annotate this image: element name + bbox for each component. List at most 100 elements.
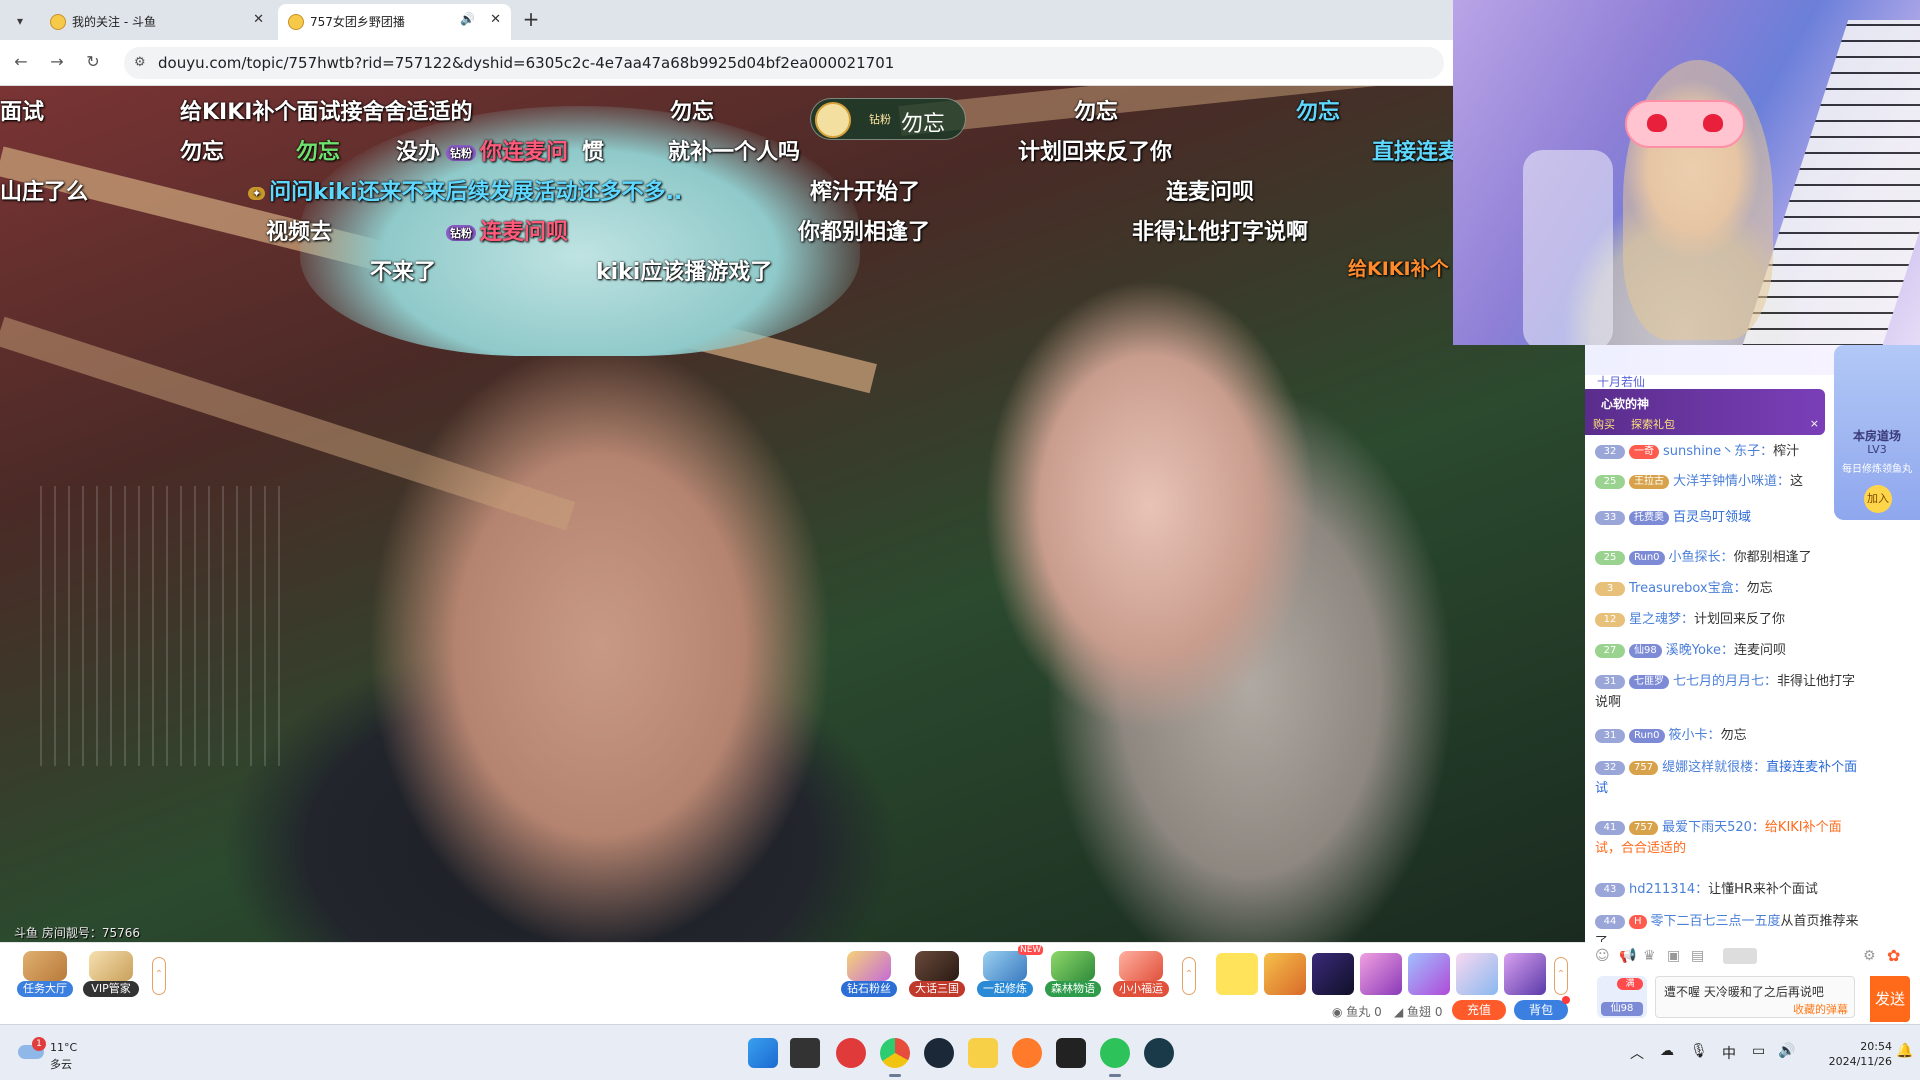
danmaku-item: 钻粉 你连麦问: [446, 134, 568, 166]
speaker-icon[interactable]: 🔊: [460, 12, 475, 26]
red-packet-icon[interactable]: ✿: [1887, 946, 1900, 965]
chat-username[interactable]: 大洋芋钟情小咪道：: [1673, 474, 1790, 489]
chat-username[interactable]: 星之魂梦：: [1629, 612, 1694, 627]
user-level-badge: 41: [1595, 820, 1625, 835]
volume-icon[interactable]: 🔊: [1778, 1043, 1795, 1059]
url-text[interactable]: douyu.com/topic/757hwtb?rid=757122&dyshi…: [158, 54, 894, 72]
emoji-icon[interactable]: ☺: [1595, 948, 1610, 964]
danmaku-item: 勿忘: [296, 140, 341, 165]
chat-input[interactable]: 遭不喔 天冷暖和了之后再说吧 收藏的弹幕: [1655, 976, 1855, 1018]
apps-expand-button[interactable]: ⌃: [1182, 957, 1196, 995]
app-cultivate[interactable]: 一起修炼 NEW: [976, 945, 1044, 997]
tab-close-icon[interactable]: ✕: [253, 12, 264, 27]
douyu-app-icon[interactable]: [1012, 1038, 1042, 1068]
netease-music-icon[interactable]: [836, 1038, 866, 1068]
backpack-button[interactable]: 背包: [1514, 1000, 1568, 1020]
chat-username[interactable]: 小鱼探长：: [1669, 550, 1734, 565]
video-player[interactable]: 钻粉 勿忘 面试 给KIKI补个面试接舍舍适适的 勿忘 勿忘 勿忘 勿忘 勿忘 …: [0, 86, 1585, 942]
send-button[interactable]: 发送: [1870, 976, 1910, 1022]
back-arrow-icon[interactable]: ←: [10, 51, 32, 73]
app-little-fortune[interactable]: 小小福运: [1112, 949, 1170, 997]
gift-package-banner[interactable]: 心软的神 购买 探索礼包 ×: [1585, 389, 1825, 435]
ime-indicator[interactable]: 中: [1722, 1043, 1736, 1063]
tray-chevron-icon[interactable]: ︿: [1630, 1043, 1644, 1063]
weather-condition[interactable]: 多云: [50, 1056, 72, 1072]
tab-search-icon[interactable]: ▾: [8, 9, 32, 33]
task-view-icon[interactable]: [790, 1038, 820, 1068]
danmaku-item: 勿忘: [1296, 100, 1341, 125]
crown-icon[interactable]: ♛: [1643, 948, 1656, 964]
danmaku-item: ✦ 问问kiki还来不来后续发展活动还多不多..: [248, 174, 682, 206]
gift-item[interactable]: [1504, 953, 1546, 995]
gift-explore-link[interactable]: 探索礼包: [1631, 416, 1675, 432]
notification-bell-icon[interactable]: 🔔: [1896, 1043, 1913, 1059]
gift-item[interactable]: [1456, 953, 1498, 995]
dojo-join-button[interactable]: 加入: [1864, 485, 1892, 513]
chrome-icon[interactable]: [880, 1038, 910, 1077]
chat-message: 44H零下二百七三点一五度从首页推荐来了: [1595, 911, 1860, 942]
app-forest-story[interactable]: 森林物语: [1044, 949, 1102, 997]
gift-buy-link[interactable]: 购买: [1593, 416, 1615, 432]
gift-item[interactable]: [1360, 953, 1402, 995]
chat-username[interactable]: 溪晚Yoke：: [1666, 643, 1734, 658]
fan-card-icon[interactable]: ▣: [1667, 948, 1680, 964]
onedrive-icon[interactable]: ☁: [1660, 1043, 1674, 1059]
task-hall-button[interactable]: 任务大厅: [16, 949, 74, 997]
vip-butler-button[interactable]: VIP管家: [82, 949, 140, 997]
wechat-icon[interactable]: [1100, 1038, 1130, 1077]
new-tab-button[interactable]: +: [520, 7, 542, 31]
system-clock[interactable]: 20:54 2024/11/26: [1812, 1039, 1892, 1069]
top-user-name[interactable]: 十月若仙: [1597, 373, 1645, 390]
obs-like-app-icon[interactable]: [968, 1038, 998, 1068]
gift-item[interactable]: [1408, 953, 1450, 995]
app-dahua-sanguo[interactable]: 大话三国: [908, 949, 966, 997]
gift-banner-close-icon[interactable]: ×: [1810, 417, 1819, 430]
streaming-tool-icon[interactable]: [1144, 1038, 1174, 1068]
app-label: 森林物语: [1045, 981, 1101, 997]
app-diamond-fans[interactable]: 钻石粉丝: [840, 949, 898, 997]
chat-username[interactable]: 筱小卡：: [1669, 728, 1721, 743]
chat-message: 25 Run0 小鱼探长：你都别相逢了: [1595, 547, 1860, 568]
site-info-icon[interactable]: ⚙: [134, 55, 146, 70]
horn-icon[interactable]: 📢: [1619, 948, 1636, 964]
settings-icon[interactable]: ⚙: [1863, 948, 1876, 964]
chat-username[interactable]: 缇娜这样就很楼：: [1662, 760, 1766, 775]
steam-icon[interactable]: [924, 1038, 954, 1068]
forward-arrow-icon[interactable]: →: [46, 51, 68, 73]
chat-username[interactable]: 最爱下雨天520：: [1662, 820, 1765, 835]
game-app-icon[interactable]: [1056, 1038, 1086, 1068]
gift-item[interactable]: [1264, 953, 1306, 995]
gift-item[interactable]: [1312, 953, 1354, 995]
webcam-overlay: [1453, 0, 1920, 345]
chat-username[interactable]: Treasurebox宝盒：: [1629, 581, 1747, 596]
user-identity-card[interactable]: 满 仙98: [1597, 976, 1647, 1018]
tab-close-icon[interactable]: ✕: [490, 12, 501, 27]
advanced-button[interactable]: [1723, 948, 1757, 964]
fish-fin-balance: ◢ 鱼翅 0: [1394, 1005, 1443, 1019]
toolbar-expand-button[interactable]: ⌃: [152, 957, 166, 995]
weather-widget[interactable]: 1: [18, 1037, 48, 1061]
chat-username[interactable]: 七七月的月月七：: [1673, 674, 1777, 689]
chat-text: 计划回来反了你: [1694, 612, 1786, 627]
recharge-button[interactable]: 充值: [1452, 1000, 1506, 1020]
gifts-expand-button[interactable]: ⌃: [1554, 957, 1568, 995]
reload-icon[interactable]: ↻: [82, 51, 104, 73]
chat-username[interactable]: hd211314：: [1629, 882, 1708, 897]
url-omnibox[interactable]: ⚙ douyu.com/topic/757hwtb?rid=757122&dys…: [124, 47, 1444, 79]
tab-active-stream[interactable]: 757女团乡野团播 🔊 ✕: [278, 4, 511, 40]
favorite-danmaku-link[interactable]: 收藏的弹幕: [1793, 1001, 1848, 1017]
tab-my-follow[interactable]: 我的关注 - 斗鱼 ✕: [40, 4, 274, 40]
fortune-icon: [1119, 951, 1163, 981]
weather-temperature[interactable]: 11°C: [50, 1041, 77, 1054]
gift-item[interactable]: [1216, 953, 1258, 995]
windows-start-icon[interactable]: [748, 1038, 778, 1068]
chat-text: 勿忘: [1746, 581, 1773, 596]
filter-icon[interactable]: ▤: [1691, 948, 1704, 964]
chat-username[interactable]: sunshine丶东子：: [1663, 444, 1773, 459]
fan-badge: H: [1629, 914, 1647, 929]
room-dojo-badge[interactable]: 本房道场 LV3 每日修炼领鱼丸 加入: [1834, 345, 1920, 520]
gift-notification-pill: 钻粉 勿忘: [810, 98, 966, 140]
network-icon[interactable]: ▭: [1752, 1043, 1765, 1059]
chat-username[interactable]: 零下二百七三点一五度: [1651, 914, 1781, 929]
mic-icon[interactable]: 🎙: [1690, 1043, 1708, 1059]
